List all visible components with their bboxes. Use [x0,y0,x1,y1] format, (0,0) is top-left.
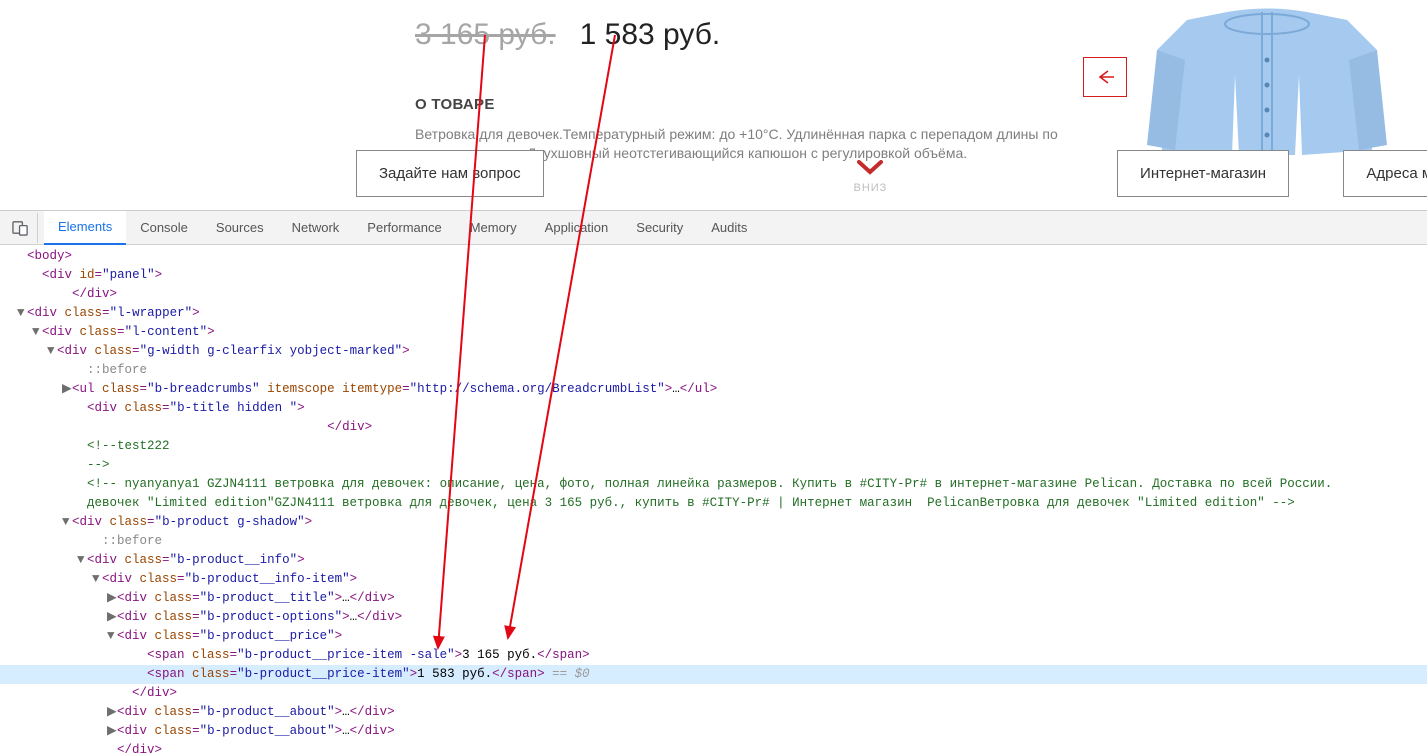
about-title: О ТОВАРЕ [415,96,1087,113]
dom-tree-row[interactable]: <body> [0,247,1427,266]
dom-tree-row[interactable]: --> [0,456,1427,475]
dom-tree-row[interactable]: ▼<div class="b-product__info-item"> [0,570,1427,589]
devtools-tab-security[interactable]: Security [622,211,697,245]
dom-tree-row[interactable]: ::before [0,361,1427,380]
prev-image-button[interactable] [1083,57,1127,97]
dom-tree-row[interactable]: <!-- nyanyanya1 GZJN4111 ветровка для де… [0,475,1427,494]
price-row: 3 165 руб. 1 583 руб. [415,18,1087,52]
dom-tree-row[interactable]: <div id="panel"> [0,266,1427,285]
devtools-tab-elements[interactable]: Elements [44,211,126,245]
dom-tree-row[interactable]: ▼<div class="b-product__price"> [0,627,1427,646]
devtools-panel: ElementsConsoleSourcesNetworkPerformance… [0,210,1427,754]
dom-tree-row[interactable]: <!--test222 [0,437,1427,456]
page-content: 3 165 руб. 1 583 руб. О ТОВАРЕ Ветровка … [0,0,1427,210]
dom-tree-row[interactable]: ▼<div class="b-product g-shadow"> [0,513,1427,532]
dom-tree-row[interactable]: </div> [0,741,1427,754]
devtools-tab-audits[interactable]: Audits [697,211,761,245]
old-price: 3 165 руб. [415,18,556,52]
devtools-header: ElementsConsoleSourcesNetworkPerformance… [0,211,1427,245]
dom-tree-row[interactable]: ▼<div class="g-width g-clearfix yobject-… [0,342,1427,361]
product-info: 3 165 руб. 1 583 руб. О ТОВАРЕ Ветровка … [415,18,1087,163]
dom-tree-row[interactable]: ▼<div class="l-content"> [0,323,1427,342]
dom-tree-row[interactable]: </div> [0,684,1427,703]
dom-tree-row[interactable]: ▼<div class="l-wrapper"> [0,304,1427,323]
dom-tree-row[interactable]: </div> [0,418,1427,437]
devtools-tab-memory[interactable]: Memory [456,211,531,245]
dom-tree-row[interactable]: ▶<div class="b-product__about">…</div> [0,703,1427,722]
dom-tree-row[interactable]: ▼<div class="b-product__info"> [0,551,1427,570]
dom-tree-row[interactable]: </div> [0,285,1427,304]
dom-tree-row[interactable]: ::before [0,532,1427,551]
dom-tree-row[interactable]: ▶<div class="b-product__about">…</div> [0,722,1427,741]
dom-tree-row[interactable]: <span class="b-product__price-item -sale… [0,646,1427,665]
devtools-tab-sources[interactable]: Sources [202,211,278,245]
devtools-tab-performance[interactable]: Performance [353,211,455,245]
devtools-tab-network[interactable]: Network [278,211,354,245]
dom-tree-row[interactable]: <span class="b-product__price-item">1 58… [0,665,1427,684]
device-toggle-button[interactable] [4,213,38,243]
ask-question-button[interactable]: Задайте нам вопрос [356,150,544,197]
dom-tree-row[interactable]: ▶<div class="b-product-options">…</div> [0,608,1427,627]
dom-tree-row[interactable]: девочек "Limited edition"GZJN4111 ветров… [0,494,1427,513]
dom-tree-row[interactable]: ▶<ul class="b-breadcrumbs" itemscope ite… [0,380,1427,399]
dom-tree-row[interactable]: <div class="b-title hidden "> [0,399,1427,418]
dom-tree-row[interactable]: ▶<div class="b-product__title">…</div> [0,589,1427,608]
store-addresses-button[interactable]: Адреса мага [1343,150,1427,197]
devtools-tab-application[interactable]: Application [531,211,623,245]
elements-tree[interactable]: <body> <div id="panel"> </div> ▼<div cla… [0,245,1427,754]
product-image [1107,0,1427,160]
devtools-tab-console[interactable]: Console [126,211,202,245]
online-shop-button[interactable]: Интернет-магазин [1117,150,1289,197]
floating-buttons: Задайте нам вопрос Интернет-магазин Адре… [0,150,1427,202]
new-price: 1 583 руб. [580,18,721,52]
